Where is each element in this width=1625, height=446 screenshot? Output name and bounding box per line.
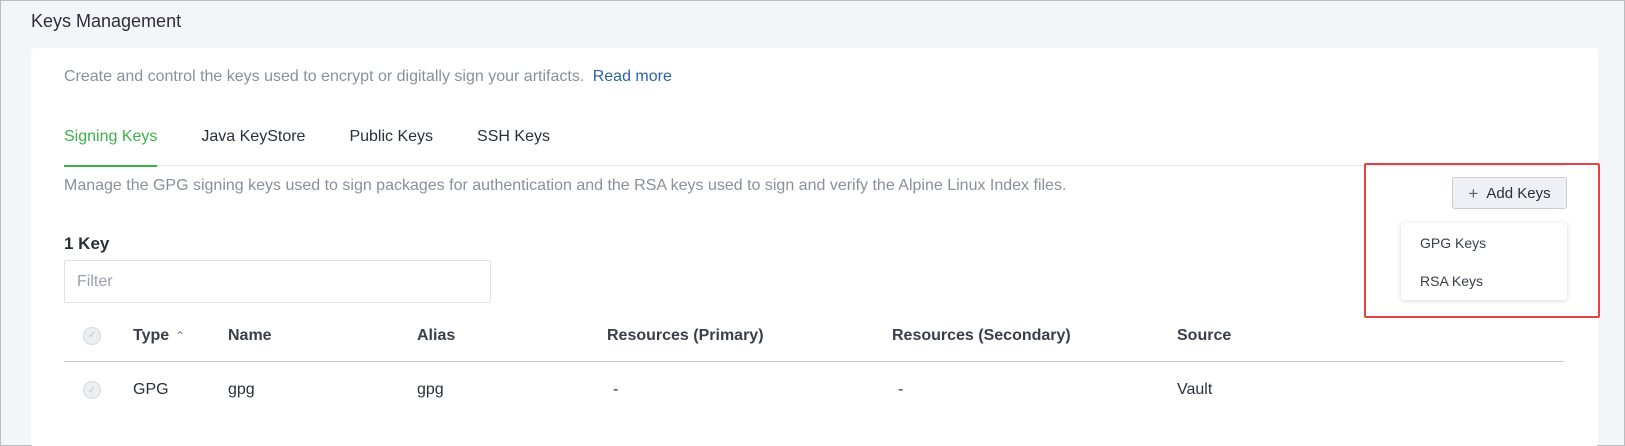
sort-ascending-icon: ⌃: [175, 328, 186, 343]
page-title: Keys Management: [31, 11, 182, 31]
table-header: ✓ Type ⌃ Name Alias Resources (Primary) R…: [64, 310, 1564, 362]
app-frame: Keys Management Create and control the k…: [0, 0, 1625, 446]
add-keys-button[interactable]: + Add Keys: [1452, 177, 1567, 209]
add-keys-dropdown: GPG Keys RSA Keys: [1401, 223, 1567, 300]
tab-java-keystore[interactable]: Java KeyStore: [201, 128, 305, 166]
tab-signing-keys[interactable]: Signing Keys: [64, 128, 158, 167]
content-card: Create and control the keys used to encr…: [31, 48, 1598, 446]
column-header-alias[interactable]: Alias: [417, 327, 455, 345]
cell-alias: gpg: [417, 381, 444, 398]
select-all-checkbox[interactable]: ✓: [83, 326, 101, 345]
read-more-link[interactable]: Read more: [593, 68, 672, 85]
add-keys-label: Add Keys: [1486, 184, 1551, 202]
plus-icon: +: [1468, 183, 1479, 203]
column-header-source[interactable]: Source: [1177, 327, 1231, 345]
intro-text: Create and control the keys used to encr…: [64, 68, 672, 86]
filter-input[interactable]: [64, 260, 491, 303]
column-header-name[interactable]: Name: [228, 327, 272, 345]
tab-bar: Signing Keys Java KeyStore Public Keys S…: [64, 128, 1564, 167]
signing-keys-description: Manage the GPG signing keys used to sign…: [64, 177, 1067, 194]
menu-item-gpg-keys[interactable]: GPG Keys: [1401, 225, 1567, 263]
keys-table: ✓ Type ⌃ Name Alias Resources (Primary) R…: [64, 310, 1564, 418]
cell-resources-secondary: -: [898, 381, 904, 398]
key-count: 1 Key: [64, 234, 110, 253]
column-header-type[interactable]: Type ⌃: [133, 327, 185, 345]
column-header-resources-primary[interactable]: Resources (Primary): [607, 327, 764, 345]
menu-item-rsa-keys[interactable]: RSA Keys: [1401, 263, 1567, 301]
cell-type: GPG: [133, 381, 169, 398]
cell-resources-primary: -: [613, 381, 619, 398]
cell-name: gpg: [228, 381, 255, 398]
cell-source: Vault: [1177, 381, 1213, 398]
column-header-resources-secondary[interactable]: Resources (Secondary): [892, 327, 1071, 345]
tab-ssh-keys[interactable]: SSH Keys: [477, 128, 550, 166]
table-row[interactable]: ✓ GPG gpg gpg - - Vault: [64, 362, 1564, 418]
row-checkbox[interactable]: ✓: [83, 381, 101, 399]
tab-public-keys[interactable]: Public Keys: [349, 128, 433, 166]
intro-description: Create and control the keys used to encr…: [64, 68, 585, 85]
